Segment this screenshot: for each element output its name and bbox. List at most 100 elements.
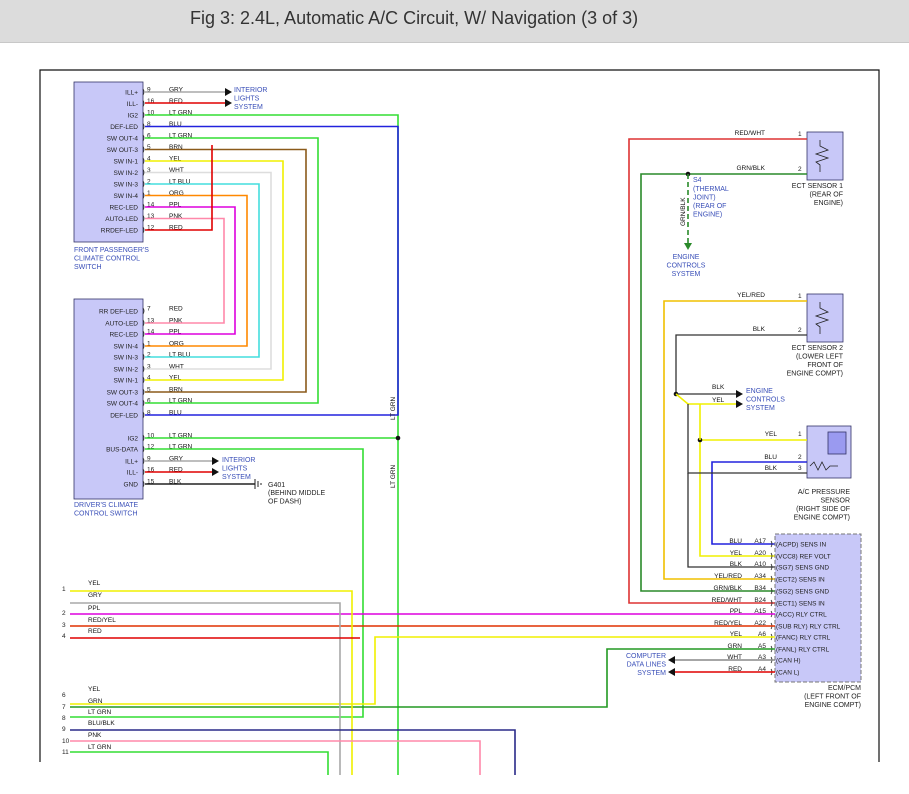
wire-number: 9 (62, 726, 66, 733)
ecm-terminal-label: (ECT1) SENS IN (776, 601, 825, 608)
wire-grn-blk (640, 173, 807, 592)
terminal-label: SW IN-4 (113, 193, 138, 200)
data-lines-label: DATA LINES (627, 662, 667, 669)
ac-sensor-caption: SENSOR (820, 498, 850, 505)
wire-color-label: YEL (712, 397, 725, 404)
front-switch-caption: FRONT PASSENGER'S (74, 247, 149, 254)
ecm-caption: (LEFT FRONT OF (804, 694, 861, 701)
terminal-label: SW IN-2 (113, 367, 138, 374)
pin-number: 2 (798, 454, 802, 461)
engine-controls-label: SYSTEM (746, 405, 775, 412)
ecm-terminal-label: (SG2) SENS GND (776, 589, 829, 596)
ecm-caption: ENGINE COMPT) (805, 702, 861, 709)
arrow-right-icon (212, 457, 219, 465)
wire-color-label: RED (169, 306, 183, 313)
wire-number: 3 (62, 622, 66, 629)
wire-number: 4 (62, 633, 66, 640)
wire-color-label: RED/WHT (735, 130, 765, 137)
terminal-label: AUTO-LED (105, 216, 138, 223)
wire-number: 6 (62, 692, 66, 699)
pin-number: B34 (754, 585, 766, 592)
wire-number: 5 (62, 0, 66, 2)
pin-number: A17 (754, 538, 766, 545)
ecm-terminal-label: (ECT2) SENS IN (776, 577, 825, 584)
pin-number: 2 (798, 327, 802, 334)
vertical-wire-label: LT GRN (390, 464, 397, 488)
terminal-label: SW IN-4 (113, 344, 138, 351)
terminal-label: IG2 (128, 113, 139, 120)
ect-sensor-2-caption: ENGINE COMPT) (787, 371, 843, 378)
wire-number: 8 (62, 715, 66, 722)
ecm-terminal-label: (FANL) RLY CTRL (776, 647, 830, 654)
s4-location: ENGINE) (693, 212, 722, 219)
terminal-label: AUTO-LED (105, 321, 138, 328)
interior-lights-label: INTERIOR (222, 457, 255, 464)
pin-number: B24 (754, 597, 766, 604)
terminal-label: DEF-LED (110, 413, 138, 420)
terminal-label: SW IN-3 (113, 355, 138, 362)
ecm-caption: ECM/PCM (828, 685, 861, 692)
loop-wire (145, 183, 260, 358)
wire-color-label: BLU (764, 454, 777, 461)
arrow-left-icon (668, 656, 675, 664)
wire-color-label: GRN/BLK (713, 585, 742, 592)
terminal-label: SW IN-1 (113, 378, 138, 385)
loop-wire (145, 160, 284, 381)
interior-lights-label: INTERIOR (234, 87, 267, 94)
data-lines-label: SYSTEM (637, 670, 666, 677)
ground-location: OF DASH) (268, 499, 301, 506)
wire-number: 7 (62, 704, 66, 711)
engine-controls-label: SYSTEM (672, 271, 701, 278)
ecm-terminal-label: (CAN L) (776, 670, 799, 677)
terminal-label: IG2 (128, 436, 139, 443)
terminal-label: REC-LED (109, 205, 138, 212)
terminal-label: GND (124, 482, 139, 489)
ecm-terminal-label: (VCC8) REF VOLT (776, 554, 831, 561)
wire-color-label: PPL (88, 605, 101, 612)
front-switch-caption: SWITCH (74, 264, 102, 271)
ect-sensor-2-caption: FRONT OF (807, 362, 843, 369)
wire-color-label: GRN (88, 698, 103, 705)
terminal-label: RRDEF-LED (101, 228, 139, 235)
terminal-label: ILL- (127, 101, 138, 108)
wire-yel (70, 636, 775, 705)
ect-sensor-1-caption: (REAR OF (810, 192, 843, 199)
terminal-label: RR DEF-LED (99, 309, 138, 316)
wire-color-label: YEL/RED (714, 573, 742, 580)
engine-controls-label: ENGINE (673, 254, 700, 261)
interior-lights-label: SYSTEM (222, 474, 251, 481)
loop-wire (145, 206, 236, 335)
wire-number: 2 (62, 610, 66, 617)
engine-controls-label: ENGINE (746, 388, 773, 395)
ect-sensor-2-caption: (LOWER LEFT (796, 354, 844, 361)
sensor-element-icon (827, 431, 847, 455)
wire-number: 10 (62, 738, 70, 745)
terminal-label: SW IN-1 (113, 159, 138, 166)
loop-wire (145, 171, 272, 370)
pin-number: 1 (798, 293, 802, 300)
splice-dot (395, 435, 401, 441)
wire-color-label: YEL (88, 686, 101, 693)
ground-icon (254, 479, 262, 489)
arrow-down-icon (684, 243, 692, 250)
ecm-terminal-label: (CAN H) (776, 658, 801, 665)
wire-color-label: BLK (712, 384, 725, 391)
pin-number: A10 (754, 561, 766, 568)
pin-number: 2 (798, 166, 802, 173)
terminal-label: SW IN-3 (113, 182, 138, 189)
engine-controls-label: CONTROLS (746, 397, 785, 404)
ect-sensor-1-caption: ENGINE) (814, 200, 843, 207)
vertical-wire-label: LT GRN (390, 396, 397, 420)
terminal-label: ILL- (127, 470, 138, 477)
ac-sensor-caption: A/C PRESSURE (798, 489, 850, 496)
wire-color-label: RED (169, 98, 183, 105)
wire-color-label: GRN/BLK (736, 165, 765, 172)
terminal-label: ILL+ (125, 459, 138, 466)
engine-controls-label: CONTROLS (667, 263, 706, 270)
s4-location: (REAR OF (693, 203, 726, 210)
s4-label: S4 (693, 177, 702, 184)
wire-color-label: PNK (88, 732, 102, 739)
wire-color-label: YEL (730, 550, 743, 557)
wire-color-label: YEL/RED (737, 292, 765, 299)
s4-location: JOINT) (693, 195, 716, 202)
